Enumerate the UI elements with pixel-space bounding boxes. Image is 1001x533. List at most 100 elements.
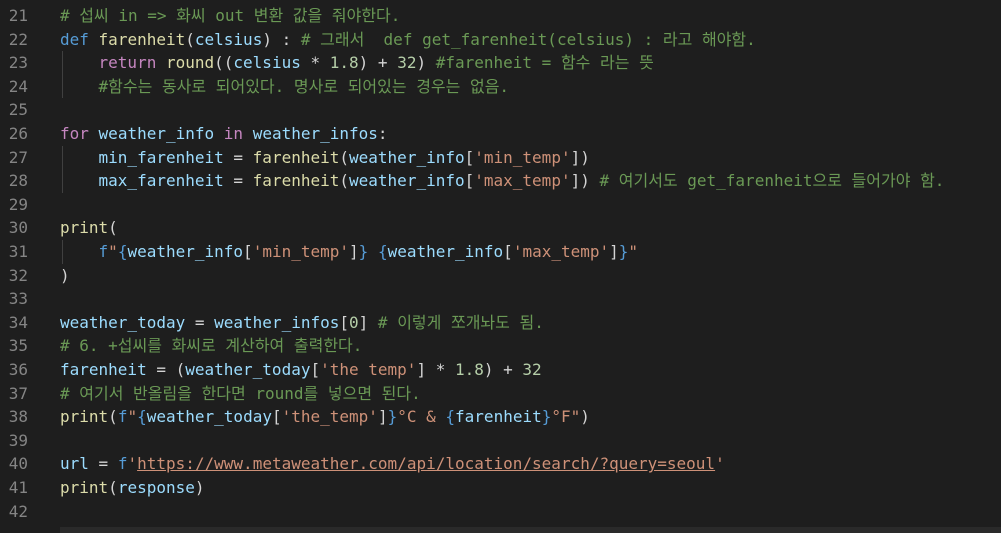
code-text[interactable]: max_farenheit = farenheit(weather_info['… — [60, 169, 945, 193]
code-token: ] — [377, 407, 388, 427]
line-number: 23 — [8, 53, 28, 73]
code-token: weather_info — [98, 124, 215, 143]
code-token: # 여기서 반올림을 한다면 round를 넣으면 된다. — [60, 383, 421, 403]
code-line[interactable]: 37 # 여기서 반올림을 한다면 round를 넣으면 된다. — [0, 382, 1001, 406]
code-token: celsius — [233, 53, 301, 73]
line-number: 29 — [8, 194, 28, 214]
code-line[interactable]: 33 — [0, 287, 1001, 311]
code-token: # 이렇게 쪼개놔도 됨. — [377, 312, 544, 332]
code-token: ( — [185, 29, 195, 49]
code-token: ]) — [570, 147, 590, 167]
code-line[interactable]: 41 print(response) — [0, 476, 1001, 500]
indent-guide — [62, 240, 63, 264]
code-line[interactable]: 27 min_farenheit = farenheit(weather_inf… — [0, 146, 1001, 170]
code-token: farenheit — [252, 171, 340, 191]
code-token: } — [358, 242, 369, 261]
code-token: } — [541, 407, 552, 427]
code-text[interactable]: print( — [60, 216, 118, 240]
code-token: celsius — [194, 29, 263, 49]
code-token: { — [137, 407, 147, 427]
code-text[interactable]: def farenheit(celsius) : # 그래서 def get_f… — [60, 28, 756, 52]
code-token: f — [117, 454, 128, 474]
code-token: f — [117, 407, 128, 427]
line-number: 28 — [8, 171, 28, 191]
code-token: = — [223, 147, 253, 167]
code-token: [ — [503, 242, 513, 261]
code-text[interactable]: # 섭씨 in => 화씨 out 변환 값을 줘야한다. — [60, 4, 400, 28]
code-token: " — [628, 242, 639, 261]
code-token: weather_infos — [214, 312, 340, 332]
code-line[interactable]: 29 — [0, 193, 1001, 217]
code-token: [ — [310, 360, 321, 379]
horizontal-scrollbar[interactable] — [60, 527, 1001, 533]
code-token: [ — [464, 171, 475, 191]
code-token: ) : — [262, 29, 301, 49]
code-text[interactable]: url = f'https://www.metaweather.com/api/… — [60, 452, 725, 476]
code-line[interactable]: 28 max_farenheit = farenheit(weather_inf… — [0, 169, 1001, 193]
code-token: [ — [464, 147, 475, 167]
code-token: ( — [108, 407, 118, 427]
code-token: 'max_temp' — [474, 171, 571, 191]
code-line[interactable]: 40 url = f'https://www.metaweather.com/ap… — [0, 452, 1001, 476]
code-line[interactable]: 23 return round((celsius * 1.8) + 32) #f… — [0, 51, 1001, 75]
code-text[interactable]: weather_today = weather_infos[0] # 이렇게 쪼… — [60, 311, 544, 335]
line-number: 21 — [8, 6, 28, 25]
code-token: [ — [243, 242, 253, 261]
code-token: #farenheit = 함수 라는 뜻 — [435, 53, 654, 73]
code-line[interactable]: 36 farenheit = (weather_today['the temp']… — [0, 358, 1001, 382]
code-text[interactable]: # 여기서 반올림을 한다면 round를 넣으면 된다. — [60, 382, 421, 406]
code-token: 'max_temp' — [512, 242, 610, 261]
code-token: " — [108, 242, 118, 261]
code-token: 'the temp' — [320, 360, 417, 379]
code-token: 1.8 — [329, 53, 359, 73]
code-text[interactable]: farenheit = (weather_today['the temp'] *… — [60, 358, 542, 382]
code-token: °F" — [551, 407, 581, 427]
code-token: # 6. +섭씨를 화씨로 계산하여 출력한다. — [60, 336, 363, 356]
code-token: " — [127, 407, 138, 427]
line-number: 42 — [8, 501, 28, 521]
code-editor[interactable]: 21 # 섭씨 in => 화씨 out 변환 값을 줘야한다. 22 def far… — [0, 0, 1001, 533]
code-line[interactable]: 26 for weather_info in weather_infos: — [0, 122, 1001, 146]
code-line[interactable]: 30 print( — [0, 216, 1001, 240]
code-token: ( — [108, 218, 118, 238]
code-text[interactable]: # 6. +섭씨를 화씨로 계산하여 출력한다. — [60, 334, 362, 358]
code-line[interactable]: 35 # 6. +섭씨를 화씨로 계산하여 출력한다. — [0, 334, 1001, 358]
code-text[interactable]: print(f"{weather_today['the_temp']}°C & … — [60, 405, 590, 429]
code-token: # 섭씨 in => 화씨 out 변환 값을 줘야한다. — [60, 6, 401, 25]
code-token: print — [60, 218, 109, 238]
code-token: ) — [60, 265, 70, 285]
line-number: 32 — [8, 265, 28, 285]
code-token: 0 — [349, 312, 359, 332]
line-number: 30 — [8, 218, 28, 238]
code-line[interactable]: 24 #함수는 동사로 되어있다. 명사로 되어있는 경우는 없음. — [0, 75, 1001, 99]
code-text[interactable]: f"{weather_info['min_temp']} {weather_in… — [60, 240, 639, 264]
code-line[interactable]: 39 — [0, 429, 1001, 453]
code-token: ] — [349, 242, 359, 261]
code-line[interactable]: 22 def farenheit(celsius) : # 그래서 def get… — [0, 28, 1001, 52]
code-token: response — [117, 478, 195, 497]
code-token: (( — [214, 53, 234, 73]
code-token: return — [98, 53, 157, 73]
code-line[interactable]: 34 weather_today = weather_infos[0] # 이렇게… — [0, 311, 1001, 335]
code-text[interactable]: print(response) — [60, 476, 205, 500]
line-number: 41 — [8, 478, 28, 497]
code-line[interactable]: 38 print(f"{weather_today['the_temp']}°C … — [0, 405, 1001, 429]
code-token: # 그래서 def get_farenheit(celsius) : 라고 해야… — [300, 29, 756, 49]
code-token: 32 — [397, 53, 417, 73]
code-text[interactable]: min_farenheit = farenheit(weather_info['… — [60, 146, 590, 170]
line-number: 39 — [8, 430, 28, 450]
code-text[interactable]: for weather_info in weather_infos: — [60, 122, 388, 146]
code-line[interactable]: 21 # 섭씨 in => 화씨 out 변환 값을 줘야한다. — [0, 4, 1001, 28]
code-token: 'min_temp' — [252, 242, 350, 261]
code-token: ] * — [416, 360, 455, 379]
code-text[interactable]: #함수는 동사로 되어있다. 명사로 되어있는 경우는 없음. — [60, 75, 510, 99]
code-text[interactable]: ) — [60, 264, 70, 288]
code-line[interactable]: 32) — [0, 264, 1001, 288]
code-line[interactable]: 25 — [0, 98, 1001, 122]
code-line[interactable]: 31 f"{weather_info['min_temp']} {weather… — [0, 240, 1001, 264]
code-line[interactable]: 42 — [0, 500, 1001, 524]
code-token: { — [445, 407, 456, 427]
code-text[interactable]: return round((celsius * 1.8) + 32) #fare… — [60, 51, 654, 75]
